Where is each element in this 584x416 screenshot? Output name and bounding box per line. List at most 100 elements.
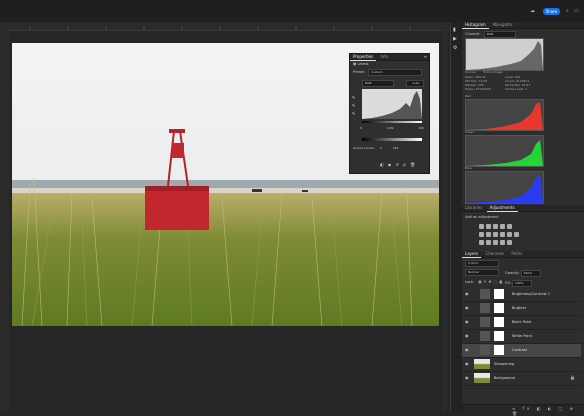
input-gamma-value[interactable]: 0.99 bbox=[387, 126, 394, 130]
threshold-icon[interactable] bbox=[493, 240, 498, 245]
cloud-icon[interactable]: ☁ bbox=[530, 9, 535, 14]
layers-footer-icons[interactable]: ∞ fx ◧ ◐ ▢ ⊕ 🗑 bbox=[512, 406, 584, 416]
histogram-stats-right: Level: 241 Count: 2123811 Percentile: 90… bbox=[505, 75, 530, 91]
tab-channels[interactable]: Channels bbox=[483, 251, 508, 257]
properties-panel[interactable]: Properties Info ≡ ▦ Levels Preset: Custo… bbox=[349, 53, 430, 174]
red-channel-label: Red bbox=[465, 94, 471, 98]
layer-row[interactable]: ◉ Black Point bbox=[462, 316, 581, 330]
selective-color-icon[interactable] bbox=[507, 240, 512, 245]
layer-name[interactable]: Brightness/Contrast 1 bbox=[512, 292, 550, 296]
vertical-ruler bbox=[0, 30, 9, 411]
adjustment-thumbnail bbox=[480, 289, 490, 299]
black-white-icon[interactable] bbox=[493, 232, 498, 237]
opacity-label: Opacity: bbox=[505, 271, 520, 275]
black-eyedropper-icon[interactable]: ✎ bbox=[352, 94, 358, 102]
source-value[interactable]: Entire Image bbox=[483, 70, 502, 74]
layer-mask-thumbnail[interactable] bbox=[494, 331, 504, 341]
output-black-value[interactable]: 0 bbox=[380, 146, 382, 150]
blend-mode-select[interactable]: Normal bbox=[465, 269, 499, 276]
tab-info[interactable]: Info bbox=[378, 54, 392, 60]
histogram-stats-left: Mean: 189.32 Std Dev: 79.45 Median: 236 … bbox=[465, 75, 491, 91]
input-levels-slider[interactable] bbox=[362, 121, 422, 123]
visibility-eye-icon[interactable]: ◉ bbox=[465, 334, 469, 338]
vibrance-icon[interactable] bbox=[507, 224, 512, 229]
adjustments-tabs: Libraries Adjustments bbox=[462, 205, 584, 212]
lock-icons[interactable]: ▦✎✥⬚🔒 bbox=[478, 280, 505, 284]
layer-mask-thumbnail[interactable] bbox=[494, 289, 504, 299]
exposure-icon[interactable] bbox=[500, 224, 505, 229]
visibility-eye-icon[interactable]: ◉ bbox=[465, 348, 469, 352]
fill-field[interactable]: 100% bbox=[511, 280, 532, 287]
tab-navigator[interactable]: Navigator bbox=[490, 22, 516, 28]
input-white-value[interactable]: 209 bbox=[418, 126, 424, 130]
preset-select[interactable]: Custom bbox=[368, 69, 422, 76]
photo-filter-icon[interactable] bbox=[500, 232, 505, 237]
input-black-value[interactable]: 0 bbox=[360, 126, 362, 130]
posterize-icon[interactable] bbox=[486, 240, 491, 245]
gray-eyedropper-icon[interactable]: ✎ bbox=[352, 102, 358, 110]
tab-layers[interactable]: Layers bbox=[462, 251, 482, 258]
layer-filter-kind[interactable]: Q Kind bbox=[465, 260, 499, 267]
tab-histogram[interactable]: Histogram bbox=[462, 22, 489, 29]
visibility-eye-icon[interactable]: ◉ bbox=[465, 306, 469, 310]
auto-button[interactable]: Auto bbox=[406, 80, 424, 87]
lock-label: Lock: bbox=[465, 280, 475, 284]
panel-menu-icon[interactable]: ≡ bbox=[424, 54, 427, 60]
layer-row-selected[interactable]: ◉ Contrast bbox=[462, 344, 581, 358]
canvas-scrollbar[interactable] bbox=[443, 30, 447, 411]
layer-name[interactable]: Brighter bbox=[512, 306, 526, 310]
output-levels-label: Output Levels: bbox=[353, 146, 375, 150]
green-channel-label: Green bbox=[465, 130, 475, 134]
play-icon[interactable]: ▶ bbox=[453, 35, 457, 44]
share-button[interactable]: Share bbox=[543, 8, 560, 15]
layer-row[interactable]: ◉ Sharpening bbox=[462, 358, 581, 372]
layer-row[interactable]: ◉ White Point bbox=[462, 330, 581, 344]
channel-select[interactable]: RGB bbox=[362, 80, 394, 87]
tab-adjustments[interactable]: Adjustments bbox=[486, 205, 518, 212]
visibility-eye-icon[interactable]: ◉ bbox=[465, 320, 469, 324]
levels-adjust-icon[interactable] bbox=[486, 224, 491, 229]
levels-title: Levels bbox=[357, 62, 369, 66]
visibility-eye-icon[interactable]: ◉ bbox=[465, 362, 469, 366]
tab-properties[interactable]: Properties bbox=[350, 54, 377, 61]
layer-row[interactable]: ◉ Brightness/Contrast 1 bbox=[462, 288, 581, 302]
tab-libraries[interactable]: Libraries bbox=[462, 205, 485, 211]
layer-mask-thumbnail[interactable] bbox=[494, 303, 504, 313]
properties-panel-icon[interactable]: ⚙ bbox=[453, 44, 457, 53]
histogram-channel-select[interactable]: RGB bbox=[483, 31, 516, 38]
adjustment-icons-grid bbox=[479, 224, 523, 246]
hue-saturation-icon[interactable] bbox=[479, 232, 484, 237]
layer-row[interactable]: ◉ Brighter bbox=[462, 302, 581, 316]
channel-mixer-icon[interactable] bbox=[507, 232, 512, 237]
properties-footer-icons[interactable]: ◧◉↺◎🗑 bbox=[380, 162, 419, 167]
tab-paths[interactable]: Paths bbox=[508, 251, 525, 257]
adjustment-thumbnail bbox=[480, 317, 490, 327]
layer-name[interactable]: Black Point bbox=[512, 320, 531, 324]
gradient-map-icon[interactable] bbox=[500, 240, 505, 245]
search-icon[interactable]: ⌕ bbox=[566, 9, 571, 14]
opacity-field[interactable]: 100% bbox=[520, 270, 541, 277]
output-white-value[interactable]: 255 bbox=[393, 146, 399, 150]
layer-name[interactable]: Sharpening bbox=[494, 362, 514, 366]
source-label: Source: bbox=[465, 70, 477, 74]
layer-name[interactable]: Contrast bbox=[512, 348, 527, 352]
layer-row[interactable]: ◉ Background 🔒 bbox=[462, 372, 581, 386]
invert-icon[interactable] bbox=[479, 240, 484, 245]
brightness-contrast-icon[interactable] bbox=[479, 224, 484, 229]
white-eyedropper-icon[interactable]: ✎ bbox=[352, 110, 358, 118]
output-levels-slider[interactable] bbox=[362, 138, 422, 141]
curves-icon[interactable] bbox=[493, 224, 498, 229]
histogram-tabs: Histogram Navigator bbox=[462, 22, 584, 29]
adjustment-thumbnail bbox=[480, 331, 490, 341]
visibility-eye-icon[interactable]: ◉ bbox=[465, 376, 469, 380]
layer-name[interactable]: Background bbox=[494, 376, 515, 380]
histogram-panel-icon[interactable]: ▮ bbox=[453, 26, 457, 35]
layer-mask-thumbnail[interactable] bbox=[494, 317, 504, 327]
color-balance-icon[interactable] bbox=[486, 232, 491, 237]
blue-histogram-graph bbox=[466, 175, 543, 203]
color-lookup-icon[interactable] bbox=[514, 232, 519, 237]
layer-name[interactable]: White Point bbox=[512, 334, 532, 338]
workspace-icon[interactable]: ▭ bbox=[574, 9, 579, 14]
layer-mask-thumbnail[interactable] bbox=[494, 345, 504, 355]
visibility-eye-icon[interactable]: ◉ bbox=[465, 292, 469, 296]
